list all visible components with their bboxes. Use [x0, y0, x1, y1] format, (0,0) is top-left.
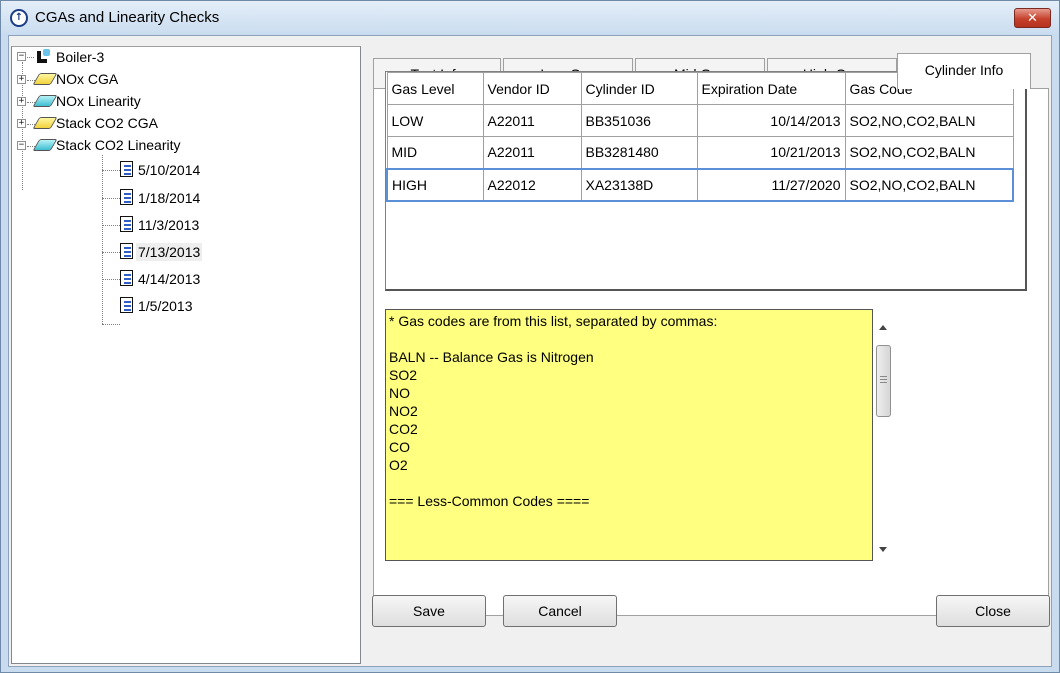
tree-group-nox-cga[interactable]: NOx CGA [56, 70, 118, 88]
collapse-stack-co2-linearity-icon[interactable]: − [17, 141, 26, 150]
tree-root-boiler[interactable]: Boiler-3 [56, 48, 104, 66]
column-header-expiration-date[interactable]: Expiration Date [696, 72, 846, 105]
close-button[interactable]: Close [936, 595, 1050, 627]
cell-gas-code[interactable]: SO2,NO,CO2,BALN [844, 104, 1014, 137]
expand-nox-cga-icon[interactable]: + [17, 75, 26, 84]
tree-date-item[interactable]: 1/18/2014 [138, 189, 200, 207]
app-logo-icon: ↑ [10, 9, 28, 27]
cell-cylinder-id[interactable]: BB3281480 [580, 136, 698, 169]
table-row[interactable]: MID A22011 BB3281480 10/21/2013 SO2,NO,C… [386, 136, 1014, 169]
notes-line [389, 474, 869, 492]
notes-scrollbar[interactable] [873, 309, 895, 561]
window-title: CGAs and Linearity Checks [35, 9, 220, 26]
cyan-book-icon [32, 137, 58, 153]
cylinder-grid[interactable]: Gas Level Vendor ID Cylinder ID Expirati… [385, 71, 1027, 291]
title-bar[interactable]: ↑ CGAs and Linearity Checks ✕ [1, 1, 1059, 35]
table-row-selected[interactable]: HIGH A22012 XA23138D 11/27/2020 SO2,NO,C… [386, 167, 1014, 202]
tree-date-item[interactable]: 5/10/2014 [138, 161, 200, 179]
grip-icon [880, 376, 887, 383]
boiler-icon [34, 49, 50, 65]
cell-cylinder-id[interactable]: XA23138D [580, 167, 698, 202]
save-button[interactable]: Save [372, 595, 486, 627]
column-header-gas-level[interactable]: Gas Level [386, 72, 484, 105]
document-icon [120, 297, 133, 313]
cell-vendor-id[interactable]: A22011 [482, 136, 582, 169]
collapse-root-icon[interactable]: − [17, 52, 26, 61]
cell-cylinder-id[interactable]: BB351036 [580, 104, 698, 137]
cell-vendor-id[interactable]: A22012 [482, 167, 582, 202]
cancel-button[interactable]: Cancel [503, 595, 617, 627]
table-row[interactable]: LOW A22011 BB351036 10/14/2013 SO2,NO,CO… [386, 104, 1014, 137]
notes-line: NO2 [389, 403, 418, 419]
cell-vendor-id[interactable]: A22011 [482, 104, 582, 137]
notes-line: === Less-Common Codes ==== [389, 493, 590, 509]
column-header-vendor-id[interactable]: Vendor ID [482, 72, 582, 105]
notes-line: * Gas codes are from this list, separate… [389, 313, 718, 329]
notes-line: BALN -- Balance Gas is Nitrogen [389, 349, 594, 365]
notes-line [389, 330, 869, 348]
tree-group-nox-linearity[interactable]: NOx Linearity [56, 92, 141, 110]
scroll-up-arrow-icon[interactable] [879, 325, 887, 330]
expand-nox-linearity-icon[interactable]: + [17, 97, 26, 106]
cell-gas-level[interactable]: LOW [386, 104, 484, 137]
cell-expiration-date[interactable]: 10/14/2013 [696, 104, 846, 137]
document-icon [120, 161, 133, 177]
column-header-cylinder-id[interactable]: Cylinder ID [580, 72, 698, 105]
document-icon [120, 243, 133, 259]
document-icon [120, 189, 133, 205]
document-icon [120, 216, 133, 232]
expand-stack-co2-cga-icon[interactable]: + [17, 119, 26, 128]
tree-group-stack-co2-cga[interactable]: Stack CO2 CGA [56, 114, 158, 132]
tab-cylinder-info[interactable]: Cylinder Info [897, 53, 1031, 89]
cell-expiration-date[interactable]: 10/21/2013 [696, 136, 846, 169]
tree-date-item[interactable]: 1/5/2013 [138, 297, 193, 315]
notes-line: SO2 [389, 367, 418, 383]
cell-expiration-date[interactable]: 11/27/2020 [696, 167, 846, 202]
cell-gas-code[interactable]: SO2,NO,CO2,BALN [844, 167, 1014, 202]
document-icon [120, 270, 133, 286]
yellow-book-icon [32, 115, 58, 131]
cyan-book-icon [32, 93, 58, 109]
test-tree[interactable]: − Boiler-3 + NOx CGA + NOx Linearity + S… [11, 46, 361, 664]
yellow-book-icon [32, 71, 58, 87]
cell-gas-level[interactable]: MID [386, 136, 484, 169]
cylinder-table: Gas Level Vendor ID Cylinder ID Expirati… [386, 72, 1014, 202]
gas-codes-notes[interactable]: * Gas codes are from this list, separate… [385, 309, 873, 561]
window-close-button[interactable]: ✕ [1014, 8, 1051, 28]
notes-line: CO [389, 439, 410, 455]
tree-date-item-selected[interactable]: 7/13/2013 [136, 243, 203, 261]
cell-gas-code[interactable]: SO2,NO,CO2,BALN [844, 136, 1014, 169]
notes-line: NO [389, 385, 410, 401]
scroll-thumb[interactable] [876, 345, 891, 417]
notes-line: CO2 [389, 421, 418, 437]
tree-date-item[interactable]: 11/3/2013 [138, 216, 199, 234]
cell-gas-level[interactable]: HIGH [386, 167, 484, 202]
notes-line: O2 [389, 457, 408, 473]
tree-date-item[interactable]: 4/14/2013 [138, 270, 200, 288]
tree-group-stack-co2-linearity[interactable]: Stack CO2 Linearity [56, 136, 181, 154]
scroll-down-arrow-icon[interactable] [879, 547, 887, 552]
main-window: ↑ CGAs and Linearity Checks ✕ − Boiler-3… [0, 0, 1060, 673]
